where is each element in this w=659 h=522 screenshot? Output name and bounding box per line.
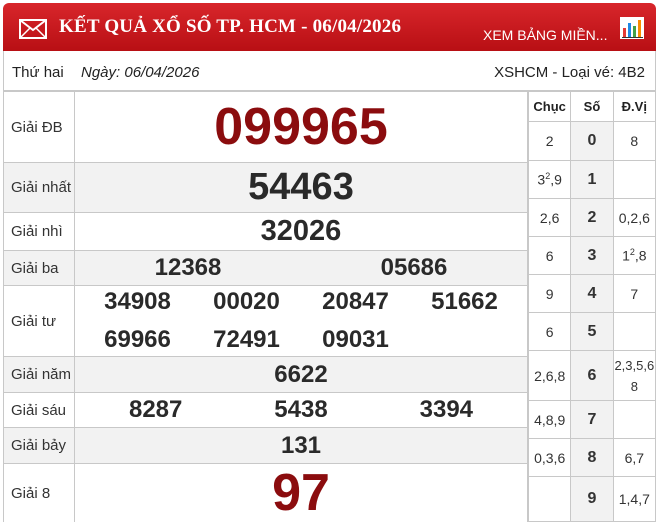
prize-label: Giải bảy	[3, 427, 75, 464]
prize-row-4: Giải tư 34908 00020 20847 51662 69966 72…	[3, 285, 528, 357]
bar-chart-icon[interactable]	[619, 16, 645, 40]
loto-digit: 1	[570, 160, 614, 199]
loto-row: 2,6,8 6 2,3,5,6 8	[527, 350, 657, 401]
header-chuc: Chục	[527, 91, 572, 122]
prize-label: Giải ba	[3, 250, 75, 286]
loto-digit: 0	[570, 121, 614, 161]
loto-dv: 8	[612, 121, 657, 161]
loto-digit: 7	[570, 400, 614, 439]
loto-chuc: 4,8,9	[527, 400, 572, 439]
loto-header-row: Chục Số Đ.Vị	[527, 91, 657, 122]
loto-dv: 1,4,7	[612, 476, 657, 522]
prize-number: 34908	[104, 288, 171, 315]
prize-row-2: Giải nhì 32026	[3, 212, 528, 251]
loto-dv: 7	[612, 274, 657, 313]
prize-number: 20847	[322, 288, 389, 315]
special-prize-number: 099965	[214, 98, 388, 156]
loto-dv: 2,3,5,6 8	[612, 350, 657, 401]
loto-chuc: 2	[527, 121, 572, 161]
loto-row: 9 1,4,7	[527, 476, 657, 522]
loto-chuc: 2,6	[527, 198, 572, 237]
prize-number: 3394	[419, 396, 474, 423]
loto-digit: 2	[570, 198, 614, 237]
loto-dv	[612, 312, 657, 351]
prize-label: Giải nhì	[3, 212, 75, 251]
prize-number: 6622	[74, 356, 528, 393]
prize-label: Giải năm	[3, 356, 75, 393]
loto-chuc: 0,3,6	[527, 438, 572, 477]
loto-digit: 3	[570, 236, 614, 275]
loto-dv: 0,2,6	[612, 198, 657, 237]
prize-number: 32026	[74, 212, 528, 251]
ticket-type: XSHCM - Loại vé: 4B2	[494, 64, 645, 81]
view-region-table-link[interactable]: XEM BẢNG MIỀN...	[483, 27, 607, 43]
prize-row-1: Giải nhất 54463	[3, 162, 528, 213]
loto-digit: 4	[570, 274, 614, 313]
loto-digit: 6	[570, 350, 614, 401]
loto-chuc: 9	[527, 274, 572, 313]
loto-row: 9 4 7	[527, 274, 657, 313]
prize-row-8: Giải 8 97	[3, 463, 528, 522]
prize-row-7: Giải bảy 131	[3, 427, 528, 464]
prize-number: 72491	[213, 326, 280, 353]
prize-number: 00020	[213, 288, 280, 315]
loto-row: 2,6 2 0,2,6	[527, 198, 657, 237]
loto-digit: 5	[570, 312, 614, 351]
prize-label: Giải tư	[3, 285, 75, 357]
loto-row: 4,8,9 7	[527, 400, 657, 439]
prize-label: Giải 8	[3, 463, 75, 522]
loto-dv: 6,7	[612, 438, 657, 477]
loto-dv: 12,8	[612, 236, 657, 275]
loto-table: Chục Số Đ.Vị 2 0 8 32,9 1 2,6 2 0,2,6 6 …	[527, 91, 657, 522]
prize-row-5: Giải năm 6622	[3, 356, 528, 393]
loto-row: 2 0 8	[527, 121, 657, 161]
prize-number: 09031	[322, 326, 389, 353]
loto-chuc: 6	[527, 312, 572, 351]
page-title: KẾT QUẢ XỔ SỐ TP. HCM - 06/04/2026	[59, 16, 402, 37]
prize-number: 51662	[431, 288, 498, 315]
prize-number: 131	[74, 427, 528, 464]
draw-info-bar: Thứ hai Ngày: 06/04/2026 XSHCM - Loại vé…	[3, 51, 656, 91]
header-so: Số	[570, 91, 614, 122]
loto-row: 32,9 1	[527, 160, 657, 199]
eighth-prize-number: 97	[272, 464, 330, 522]
loto-row: 0,3,6 8 6,7	[527, 438, 657, 477]
loto-chuc: 6	[527, 236, 572, 275]
loto-dv	[612, 400, 657, 439]
header-dv: Đ.Vị	[612, 91, 657, 122]
loto-chuc: 2,6,8	[527, 350, 572, 401]
prize-number: 05686	[380, 254, 448, 281]
prize-row-db: Giải ĐB 099965	[3, 91, 528, 163]
prize-number: 69966	[104, 326, 171, 353]
prize-label: Giải sáu	[3, 392, 75, 428]
loto-digit: 9	[570, 476, 614, 522]
prize-number: 12368	[154, 254, 222, 281]
prize-row-6: Giải sáu 8287 5438 3394	[3, 392, 528, 428]
prize-number: 5438	[274, 396, 328, 423]
loto-chuc: 32,9	[527, 160, 572, 199]
draw-date: Ngày: 06/04/2026	[81, 64, 200, 81]
loto-chuc	[527, 476, 572, 522]
prize-label: Giải nhất	[3, 162, 75, 213]
loto-row: 6 3 12,8	[527, 236, 657, 275]
loto-digit: 8	[570, 438, 614, 477]
mail-icon	[19, 19, 47, 39]
results-header: KẾT QUẢ XỔ SỐ TP. HCM - 06/04/2026 XEM B…	[3, 3, 656, 51]
prize-label: Giải ĐB	[3, 91, 75, 163]
draw-day: Thứ hai	[12, 64, 64, 81]
prize-row-3: Giải ba 12368 05686	[3, 250, 528, 286]
loto-dv	[612, 160, 657, 199]
prize-number: 54463	[74, 162, 528, 213]
prize-number: 8287	[128, 396, 183, 423]
loto-row: 6 5	[527, 312, 657, 351]
results-table: Giải ĐB 099965 Giải nhất 54463 Giải nhì …	[3, 91, 528, 522]
